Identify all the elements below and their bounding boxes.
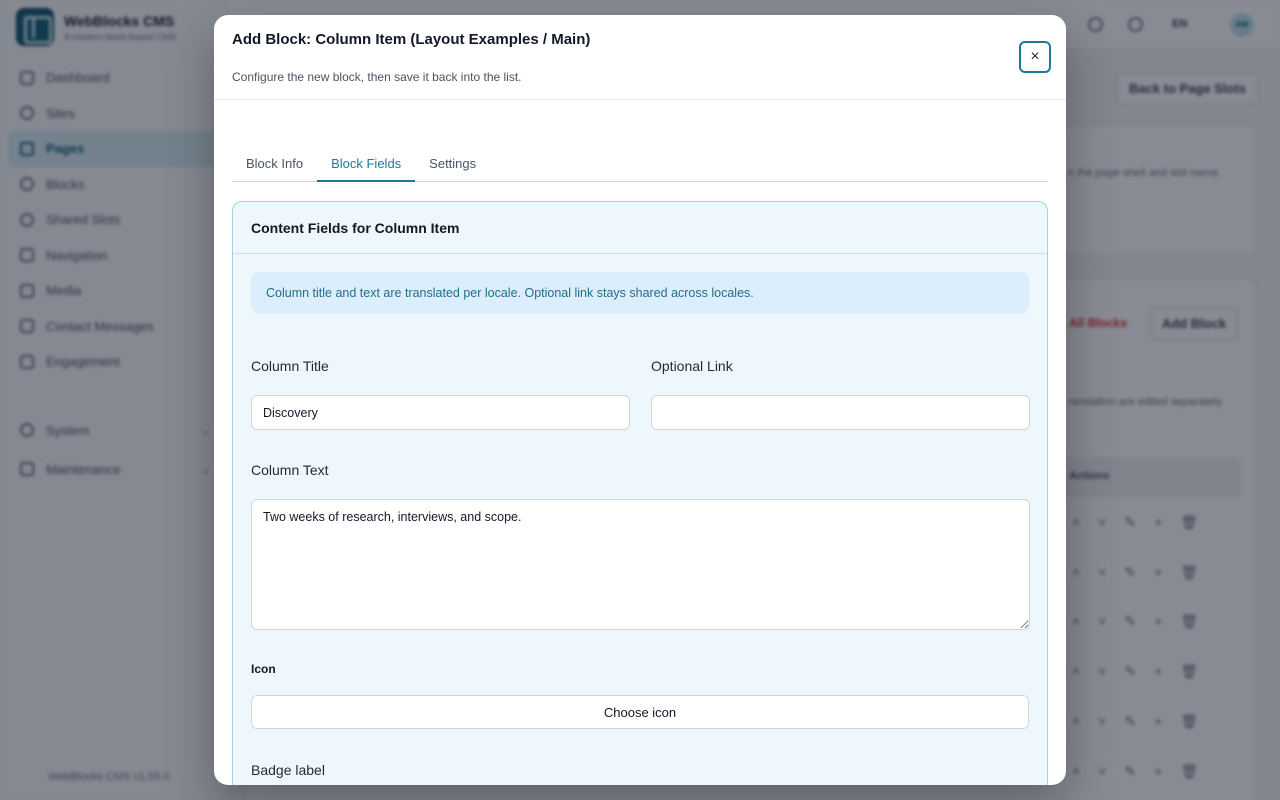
optional-link-label: Optional Link — [651, 358, 733, 374]
close-button[interactable]: × — [1019, 41, 1051, 73]
modal-header: Add Block: Column Item (Layout Examples … — [214, 15, 1066, 100]
locale-info-note: Column title and text are translated per… — [251, 272, 1029, 314]
modal-title: Add Block: Column Item (Layout Examples … — [232, 31, 591, 48]
icon-label: Icon — [251, 662, 276, 676]
choose-icon-button[interactable]: Choose icon — [251, 695, 1029, 729]
add-block-modal: Add Block: Column Item (Layout Examples … — [214, 15, 1066, 785]
column-title-input[interactable] — [251, 395, 630, 430]
badge-label-label: Badge label — [251, 762, 325, 778]
tab-block-fields[interactable]: Block Fields — [317, 149, 416, 182]
optional-link-input[interactable] — [651, 395, 1030, 430]
close-icon: × — [1030, 48, 1040, 65]
panel-title: Content Fields for Column Item — [233, 202, 1047, 254]
content-fields-panel: Content Fields for Column Item Column ti… — [232, 201, 1048, 785]
column-text-textarea[interactable]: Two weeks of research, interviews, and s… — [251, 499, 1030, 630]
modal-subtitle: Configure the new block, then save it ba… — [232, 70, 522, 84]
column-text-label: Column Text — [251, 462, 329, 478]
tab-block-info[interactable]: Block Info — [232, 149, 317, 182]
modal-tabs: Block Info Block Fields Settings — [232, 149, 1048, 182]
column-title-label: Column Title — [251, 358, 329, 374]
tab-settings[interactable]: Settings — [415, 149, 490, 182]
